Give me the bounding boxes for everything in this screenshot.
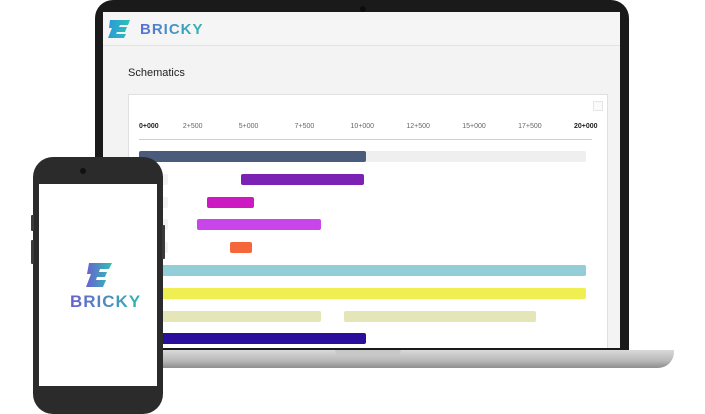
schematic-bar[interactable] [197,219,322,231]
axis-tick-label: 7+500 [294,123,315,130]
schematic-bar[interactable] [139,333,366,345]
phone-camera [80,168,86,174]
phone-side-button [31,240,34,264]
schematic-bar[interactable] [240,173,364,185]
card-corner-control[interactable] [593,101,603,111]
bricky-logo-icon [86,263,112,287]
axis-tick-label: 17+500 [518,123,542,130]
phone-power-button [162,225,165,259]
bricky-logo-icon [108,20,130,38]
app-header: BRICKY [103,12,620,46]
schematic-bar[interactable] [229,242,252,254]
axis-tick-label: 5+000 [238,123,259,130]
axis-tick-label: 12+500 [406,123,430,130]
axis-tick-label: 2+500 [182,123,203,130]
axis-tick-label: 15+000 [462,123,486,130]
schematic-bar[interactable] [139,151,366,162]
schematics-card: 0+000 2+500 5+000 7+500 10+000 12+500 15+000 17… [128,94,608,348]
axis-line [139,139,592,140]
schematic-bar[interactable] [343,310,536,322]
phone-side-button [31,215,34,231]
schematic-bar[interactable] [207,196,255,208]
axis-tick-label: 20+000 [574,123,598,130]
schematic-bar[interactable] [139,287,586,299]
page-title: Schematics [128,67,185,79]
phone-brand-name: BRICKY [70,292,142,311]
laptop-notch [335,350,401,356]
schematic-bar[interactable] [139,310,322,322]
axis-tick-label: 0+000 [139,123,159,130]
brand-logo[interactable]: BRICKY [107,19,204,39]
axis-tick-label: 10+000 [350,123,375,130]
brand-name: BRICKY [140,20,204,38]
schematic-bar[interactable] [139,265,586,276]
laptop-screen: BRICKY Schematics 0+000 2+500 5+000 7+500 10… [103,12,620,348]
